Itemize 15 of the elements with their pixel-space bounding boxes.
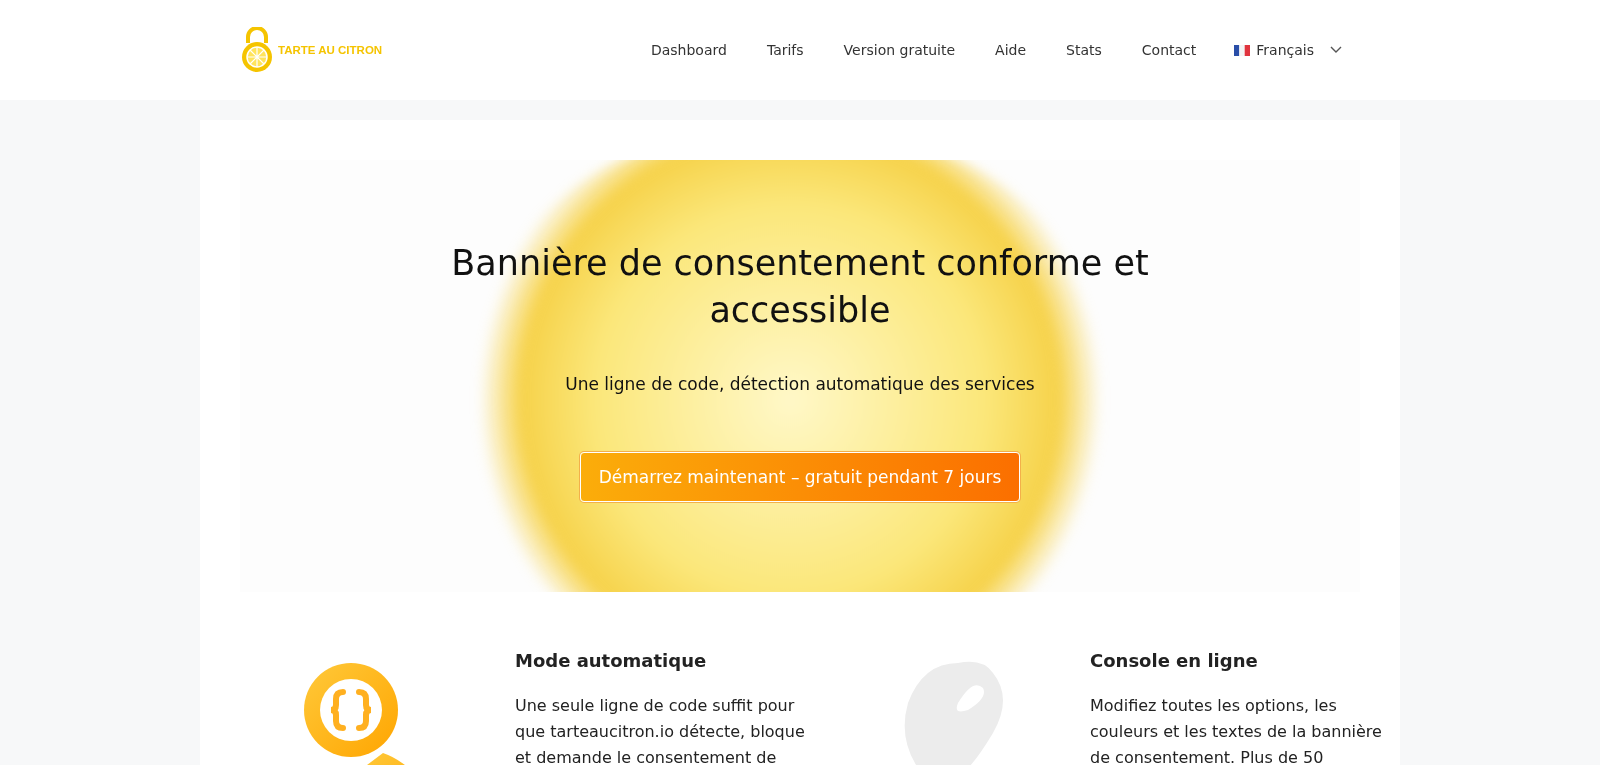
flag-icon <box>1234 44 1251 56</box>
nav-link[interactable]: Contact <box>1121 42 1217 58</box>
feature-title: Mode automatique <box>515 650 708 671</box>
nav-link[interactable]: Stats <box>1046 42 1122 58</box>
hero-subtitle: Une ligne de code, détection automatique des services <box>565 374 1035 394</box>
feature-title: Console en ligne <box>1090 650 1259 671</box>
nav-link[interactable]: Version gratuite <box>823 42 976 58</box>
nav-link[interactable]: Dashboard <box>630 42 747 58</box>
language-selector[interactable]: Français <box>1256 42 1314 58</box>
feature-description: Une seule ligne de code suffit pour que tarteaucitron.io détecte, bloque et demande le consentement de <box>515 695 806 765</box>
nav-link[interactable]: Tarifs <box>746 42 824 58</box>
chevron-down-icon[interactable] <box>1330 46 1342 54</box>
feature-description: Modifiez toutes les options, les couleurs et les textes de la bannière de consentement. Plus de 50 <box>1090 695 1383 765</box>
lemon-padlock-logo-icon <box>240 27 274 73</box>
nav-link[interactable]: Aide <box>975 42 1047 58</box>
